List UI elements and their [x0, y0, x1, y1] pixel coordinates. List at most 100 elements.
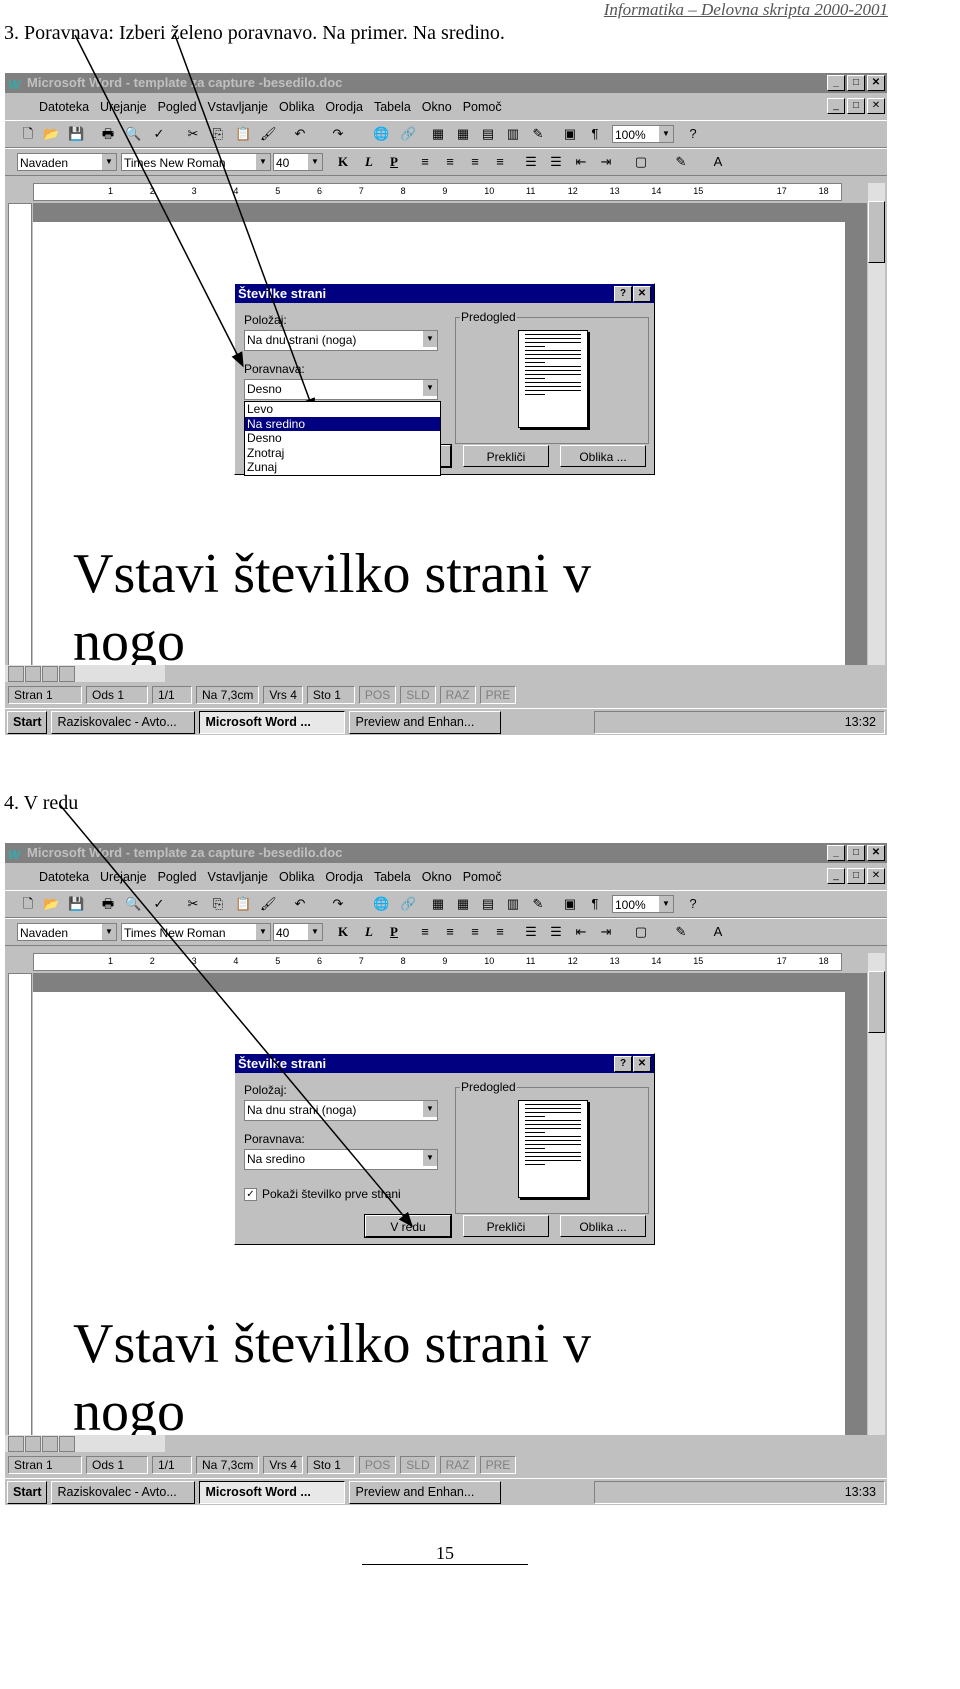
- print-icon[interactable]: 🖶: [100, 126, 116, 142]
- normal-view-icon[interactable]: [8, 666, 24, 682]
- minimize-button[interactable]: _: [827, 75, 845, 91]
- save-icon[interactable]: 💾: [68, 126, 84, 142]
- show-hide-icon[interactable]: ¶: [587, 896, 603, 912]
- doc-restore-button[interactable]: □: [847, 98, 865, 114]
- dropdown-option[interactable]: Desno: [245, 431, 440, 446]
- font-combo[interactable]: Times New Roman ▼: [121, 923, 271, 941]
- open-icon[interactable]: 📂: [43, 126, 59, 142]
- horizontal-scrollbar[interactable]: [5, 1435, 867, 1452]
- columns-icon[interactable]: ▥: [505, 126, 521, 142]
- format-button[interactable]: Oblika ...: [560, 1215, 646, 1237]
- menu-item-1[interactable]: Urejanje: [100, 870, 147, 884]
- columns-icon[interactable]: ▥: [505, 896, 521, 912]
- decrease-indent-icon[interactable]: ⇤: [573, 924, 589, 940]
- menu-item-6[interactable]: Tabela: [374, 100, 411, 114]
- taskbar-item[interactable]: Microsoft Word ...: [199, 1481, 346, 1504]
- chevron-down-icon[interactable]: ▼: [256, 924, 270, 940]
- chevron-down-icon[interactable]: ▼: [423, 1150, 437, 1166]
- increase-indent-icon[interactable]: ⇥: [598, 154, 614, 170]
- spelling-icon[interactable]: ✓: [151, 896, 167, 912]
- menu-item-7[interactable]: Okno: [422, 100, 452, 114]
- outline-view-icon[interactable]: [59, 1436, 75, 1452]
- normal-view-icon[interactable]: [8, 1436, 24, 1452]
- dropdown-option[interactable]: Znotraj: [245, 446, 440, 461]
- new-icon[interactable]: 🗋: [20, 126, 36, 142]
- menu-item-5[interactable]: Orodja: [325, 100, 363, 114]
- maximize-button[interactable]: □: [847, 845, 865, 861]
- align-center-icon[interactable]: ≡: [442, 154, 458, 170]
- decrease-indent-icon[interactable]: ⇤: [573, 154, 589, 170]
- taskbar-item[interactable]: Preview and Enhan...: [349, 1481, 502, 1504]
- size-combo[interactable]: 40 ▼: [273, 153, 323, 171]
- document-map-icon[interactable]: ▣: [562, 896, 578, 912]
- zoom-combo[interactable]: 100% ▼: [612, 895, 674, 913]
- document-map-icon[interactable]: ▣: [562, 126, 578, 142]
- bold-button[interactable]: K: [335, 924, 351, 940]
- numbering-icon[interactable]: ☰: [523, 154, 539, 170]
- insert-excel-icon[interactable]: ▤: [480, 896, 496, 912]
- menu-item-2[interactable]: Pogled: [158, 870, 197, 884]
- bullets-icon[interactable]: ☰: [548, 924, 564, 940]
- vertical-scrollbar[interactable]: [868, 953, 885, 1435]
- print-layout-icon[interactable]: [42, 1436, 58, 1452]
- taskbar-item[interactable]: Microsoft Word ...: [199, 711, 346, 734]
- dropdown-option[interactable]: Zunaj: [245, 460, 440, 475]
- undo-icon[interactable]: ↶: [292, 896, 308, 912]
- numbering-icon[interactable]: ☰: [523, 924, 539, 940]
- font-color-icon[interactable]: A: [710, 924, 726, 940]
- doc-minimize-button[interactable]: _: [827, 868, 845, 884]
- print-icon[interactable]: 🖶: [100, 896, 116, 912]
- open-icon[interactable]: 📂: [43, 896, 59, 912]
- menu-item-5[interactable]: Orodja: [325, 870, 363, 884]
- hyperlink-icon[interactable]: 🔗: [400, 126, 416, 142]
- dropdown-option[interactable]: Levo: [245, 402, 440, 417]
- hscroll-track[interactable]: [165, 665, 867, 682]
- taskbar-item[interactable]: Preview and Enhan...: [349, 711, 502, 734]
- insert-excel-icon[interactable]: ▤: [480, 126, 496, 142]
- minimize-button[interactable]: _: [827, 845, 845, 861]
- align-right-icon[interactable]: ≡: [467, 924, 483, 940]
- position-select[interactable]: Na dnu strani (noga) ▼: [244, 1100, 438, 1121]
- highlight-icon[interactable]: ✎: [673, 924, 689, 940]
- italic-button[interactable]: L: [361, 924, 377, 940]
- save-icon[interactable]: 💾: [68, 896, 84, 912]
- style-combo[interactable]: Navaden ▼: [17, 923, 117, 941]
- menu-item-3[interactable]: Vstavljanje: [208, 100, 268, 114]
- scroll-thumb[interactable]: [868, 971, 885, 1033]
- print-preview-icon[interactable]: 🔍: [125, 126, 141, 142]
- help-icon[interactable]: ?: [685, 896, 701, 912]
- help-button[interactable]: ?: [614, 1056, 632, 1072]
- increase-indent-icon[interactable]: ⇥: [598, 924, 614, 940]
- redo-icon[interactable]: ↷: [330, 896, 346, 912]
- scroll-thumb[interactable]: [868, 201, 885, 263]
- chevron-down-icon[interactable]: ▼: [423, 331, 437, 347]
- spelling-icon[interactable]: ✓: [151, 126, 167, 142]
- copy-icon[interactable]: ⎘: [210, 896, 226, 912]
- web-layout-icon[interactable]: [25, 666, 41, 682]
- italic-button[interactable]: L: [361, 154, 377, 170]
- menu-item-3[interactable]: Vstavljanje: [208, 870, 268, 884]
- start-button[interactable]: Start: [7, 711, 48, 734]
- new-icon[interactable]: 🗋: [20, 896, 36, 912]
- cut-icon[interactable]: ✂: [185, 896, 201, 912]
- menu-item-2[interactable]: Pogled: [158, 100, 197, 114]
- position-select[interactable]: Na dnu strani (noga) ▼: [244, 330, 438, 351]
- web-layout-icon[interactable]: [25, 1436, 41, 1452]
- dialog-close-button[interactable]: ✕: [633, 1056, 651, 1072]
- menu-item-6[interactable]: Tabela: [374, 870, 411, 884]
- align-left-icon[interactable]: ≡: [417, 154, 433, 170]
- taskbar-item[interactable]: Raziskovalec - Avto...: [51, 1481, 196, 1504]
- alignment-select[interactable]: Desno ▼: [244, 379, 438, 400]
- underline-button[interactable]: P: [386, 154, 402, 170]
- doc-restore-button[interactable]: □: [847, 868, 865, 884]
- menu-item-1[interactable]: Urejanje: [100, 100, 147, 114]
- menu-item-0[interactable]: Datoteka: [39, 870, 89, 884]
- print-layout-icon[interactable]: [42, 666, 58, 682]
- menu-item-8[interactable]: Pomoč: [463, 100, 502, 114]
- cancel-button[interactable]: Prekliči: [463, 1215, 549, 1237]
- outline-view-icon[interactable]: [59, 666, 75, 682]
- chevron-down-icon[interactable]: ▼: [102, 924, 116, 940]
- font-color-icon[interactable]: A: [710, 154, 726, 170]
- hyperlink-icon[interactable]: 🔗: [400, 896, 416, 912]
- chevron-down-icon[interactable]: ▼: [423, 380, 437, 396]
